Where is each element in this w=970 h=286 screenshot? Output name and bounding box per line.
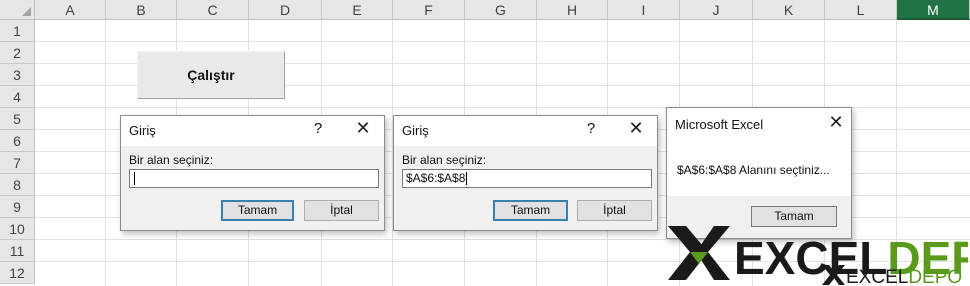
range-input-field[interactable] [129, 169, 379, 188]
column-header-j[interactable]: J [680, 0, 753, 20]
dialog-titlebar[interactable] [394, 116, 657, 146]
column-header-m[interactable]: M [897, 0, 970, 20]
column-header-b[interactable]: B [106, 0, 177, 20]
close-icon[interactable]: ✕ [627, 118, 645, 139]
cancel-button[interactable]: İptal [304, 200, 379, 221]
dialog-title: Giriş [129, 123, 156, 138]
column-header-a[interactable]: A [35, 0, 106, 20]
close-icon[interactable]: ✕ [354, 118, 372, 139]
row-header-9[interactable]: 9 [0, 196, 35, 218]
row-header-7[interactable]: 7 [0, 152, 35, 174]
row-header-8[interactable]: 8 [0, 174, 35, 196]
grid-line [35, 41, 970, 42]
column-header-f[interactable]: F [393, 0, 465, 20]
x-logo-icon [668, 226, 730, 280]
row-header-12[interactable]: 12 [0, 262, 35, 284]
ok-button[interactable]: Tamam [493, 200, 568, 221]
dialog-prompt: Bir alan seçiniz: [129, 153, 214, 167]
column-header-e[interactable]: E [322, 0, 393, 20]
row-header-3[interactable]: 3 [0, 64, 35, 86]
message-box: Microsoft Excel ✕ $A$6:$A$8 Alanını seçt… [666, 107, 852, 239]
row-header-11[interactable]: 11 [0, 240, 35, 262]
row-header-10[interactable]: 10 [0, 218, 35, 240]
column-header-d[interactable]: D [249, 0, 322, 20]
dialog-title: Giriş [402, 123, 429, 138]
select-all-corner[interactable] [0, 0, 35, 20]
x-logo-icon-small [822, 265, 845, 285]
row-header-1[interactable]: 1 [0, 20, 35, 42]
column-header-h[interactable]: H [537, 0, 608, 20]
text-caret [134, 172, 135, 186]
msgbox-message: $A$6:$A$8 Alanını seçtiniz... [677, 163, 830, 177]
column-header-k[interactable]: K [753, 0, 825, 20]
run-macro-button[interactable]: Çalıştır [137, 51, 285, 99]
help-icon[interactable]: ? [310, 120, 326, 137]
column-header-l[interactable]: L [825, 0, 897, 20]
row-header-2[interactable]: 2 [0, 42, 35, 64]
row-header-4[interactable]: 4 [0, 86, 35, 108]
text-caret [466, 172, 468, 186]
logo-text-small: EXCELDEPO [846, 267, 962, 286]
range-input-field[interactable]: $A$6:$A$8 [402, 169, 652, 188]
dialog-prompt: Bir alan seçiniz: [402, 153, 487, 167]
input-dialog-empty: Giriş ? ✕ Bir alan seçiniz: Tamam İptal [120, 115, 385, 231]
help-icon[interactable]: ? [583, 120, 599, 137]
ok-button[interactable]: Tamam [221, 200, 294, 221]
exceldepo-logo-small: EXCELDEPO [822, 265, 962, 286]
grid-line [105, 20, 106, 286]
input-value: $A$6:$A$8 [406, 171, 466, 185]
input-dialog-filled: Giriş ? ✕ Bir alan seçiniz: $A$6:$A$8 Ta… [393, 115, 658, 231]
row-header-6[interactable]: 6 [0, 130, 35, 152]
close-icon[interactable]: ✕ [827, 112, 845, 133]
cancel-button[interactable]: İptal [577, 200, 652, 221]
row-header-5[interactable]: 5 [0, 108, 35, 130]
column-header-i[interactable]: I [608, 0, 680, 20]
dialog-titlebar[interactable] [121, 116, 384, 146]
column-header-c[interactable]: C [177, 0, 249, 20]
column-header-g[interactable]: G [465, 0, 537, 20]
msgbox-title: Microsoft Excel [675, 117, 764, 132]
